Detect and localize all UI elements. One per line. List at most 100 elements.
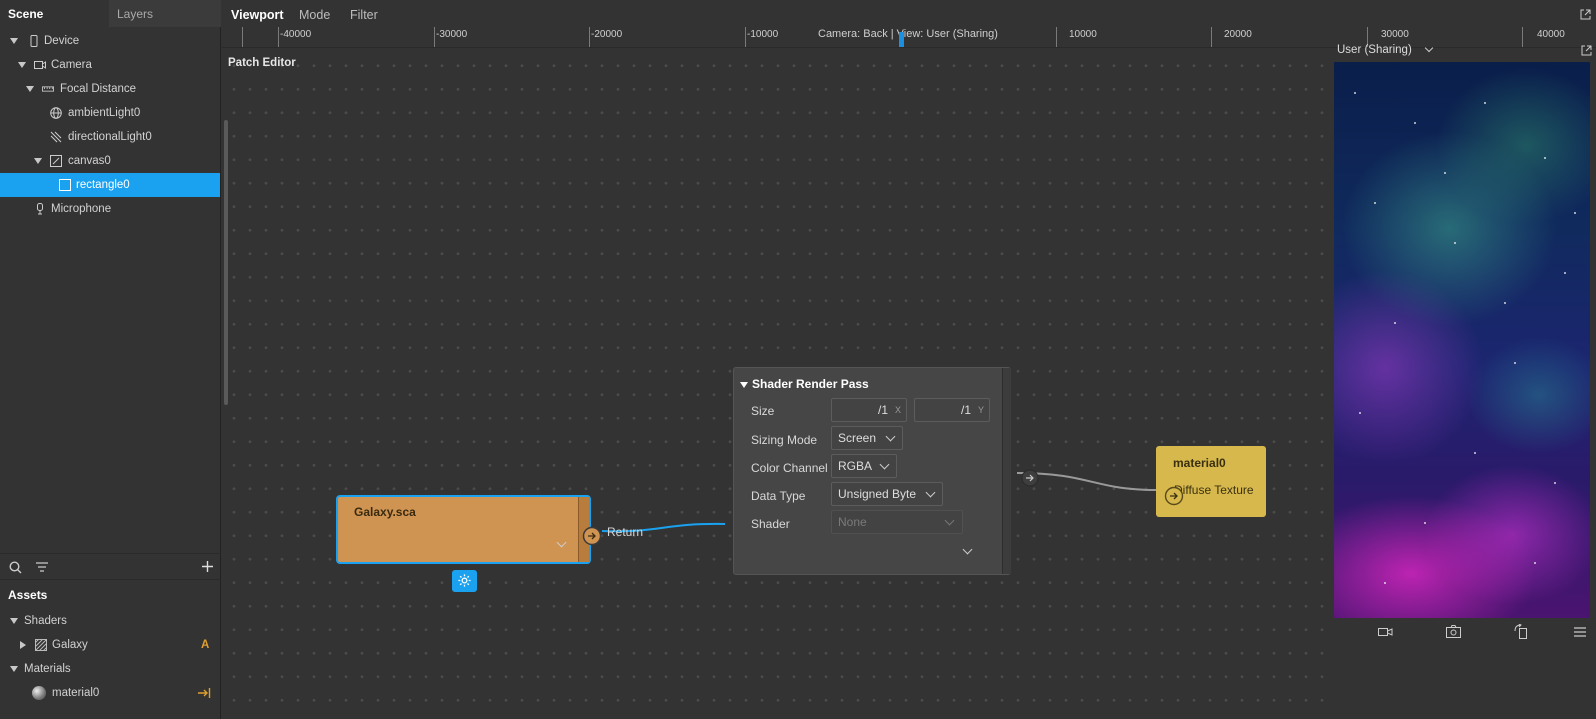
star bbox=[1574, 212, 1576, 214]
select-value: RGBA bbox=[838, 459, 873, 473]
popout-icon[interactable] bbox=[1580, 9, 1591, 20]
output-port-icon[interactable] bbox=[1021, 469, 1039, 487]
size-y-field[interactable]: /1 Y bbox=[914, 398, 990, 422]
chevron-down-icon[interactable] bbox=[556, 537, 567, 548]
ruler-tick bbox=[745, 27, 746, 47]
expand-arrow-icon[interactable] bbox=[26, 86, 34, 92]
ruler-tick bbox=[242, 27, 243, 47]
chevron-down-icon bbox=[885, 431, 896, 442]
galaxy-shader-node[interactable]: Galaxy.sca bbox=[336, 495, 591, 564]
rotate-device-icon[interactable] bbox=[1514, 624, 1528, 639]
add-icon[interactable] bbox=[202, 561, 213, 572]
expand-arrow-icon[interactable] bbox=[10, 38, 18, 44]
collapse-arrow-icon[interactable] bbox=[740, 382, 748, 388]
tree-item-focal-distance[interactable]: Focal Distance bbox=[0, 77, 220, 101]
ruler-tick bbox=[1211, 27, 1212, 47]
simulator-preview[interactable] bbox=[1334, 62, 1590, 618]
video-camera-icon[interactable] bbox=[1378, 626, 1393, 638]
size-x-value: /1 bbox=[877, 403, 888, 417]
star bbox=[1424, 522, 1426, 524]
tree-item-rectangle0[interactable]: rectangle0 bbox=[0, 173, 220, 197]
shader-select[interactable]: None bbox=[831, 510, 963, 534]
sizing-mode-select[interactable]: Screen bbox=[831, 426, 903, 450]
microphone-icon bbox=[37, 203, 43, 215]
node-settings-button[interactable] bbox=[452, 570, 477, 592]
star bbox=[1384, 582, 1386, 584]
ruler-label: 30000 bbox=[1381, 29, 1409, 40]
data-type-label: Data Type bbox=[751, 489, 806, 503]
globe-icon bbox=[50, 107, 62, 119]
tab-layers[interactable]: Layers bbox=[109, 0, 221, 27]
star bbox=[1474, 452, 1476, 454]
filter-icon[interactable] bbox=[36, 562, 48, 572]
ruler-icon bbox=[42, 86, 54, 92]
chevron-down-icon[interactable] bbox=[1424, 43, 1434, 53]
ruler-tick bbox=[278, 27, 279, 47]
shader-render-pass-node[interactable]: Shader Render Pass Size /1 X /1 Y Sizing M… bbox=[733, 367, 1011, 575]
tree-item-microphone[interactable]: Microphone bbox=[0, 197, 220, 221]
asset-group-shaders[interactable]: Shaders bbox=[0, 609, 220, 633]
tree-item-camera[interactable]: Camera bbox=[0, 53, 220, 77]
collapsed-arrow-icon[interactable] bbox=[20, 641, 26, 649]
filter-menu[interactable]: Filter bbox=[350, 8, 378, 22]
view-select-value[interactable]: User (Sharing) bbox=[1337, 44, 1412, 56]
preview-header: User (Sharing) bbox=[1333, 40, 1596, 62]
tree-item-ambientlight0[interactable]: ambientLight0 bbox=[0, 101, 220, 125]
star bbox=[1444, 172, 1446, 174]
star bbox=[1504, 302, 1506, 304]
tree-item-label: rectangle0 bbox=[76, 179, 130, 191]
shader-label: Shader bbox=[751, 517, 790, 531]
port-label-diffuse: Diffuse Texture bbox=[1174, 483, 1254, 497]
port-label-return: Return bbox=[607, 525, 644, 539]
playhead-marker[interactable] bbox=[899, 32, 904, 47]
popout-icon[interactable] bbox=[1581, 45, 1592, 56]
search-icon[interactable] bbox=[9, 561, 22, 574]
ruler-label: -10000 bbox=[747, 29, 779, 40]
expand-arrow-icon[interactable] bbox=[34, 158, 42, 164]
material0-node[interactable]: material0 Diffuse Texture bbox=[1156, 446, 1266, 517]
viewport-label[interactable]: Viewport bbox=[231, 8, 284, 22]
tree-item-label: Microphone bbox=[51, 203, 112, 215]
output-port-icon[interactable] bbox=[582, 526, 602, 546]
chevron-down-icon[interactable] bbox=[962, 544, 973, 555]
ruler-label: -40000 bbox=[280, 29, 312, 40]
chevron-down-icon bbox=[925, 487, 936, 498]
asset-item-galaxy[interactable]: Galaxy A bbox=[0, 633, 220, 657]
tree-item-canvas0[interactable]: canvas0 bbox=[0, 149, 220, 173]
node-title: Galaxy.sca bbox=[354, 505, 416, 519]
expand-arrow-icon[interactable] bbox=[18, 62, 26, 68]
data-type-select[interactable]: Unsigned Byte bbox=[831, 482, 943, 506]
tree-item-label: directionalLight0 bbox=[68, 131, 152, 143]
viewport-toolbar: Viewport Mode Filter bbox=[222, 0, 1596, 30]
mode-menu[interactable]: Mode bbox=[299, 8, 330, 22]
input-port-icon[interactable] bbox=[1164, 486, 1184, 506]
tree-item-label: ambientLight0 bbox=[68, 107, 141, 119]
expand-arrow-icon[interactable] bbox=[10, 618, 18, 624]
menu-icon[interactable] bbox=[1574, 627, 1586, 637]
ruler-label: -20000 bbox=[591, 29, 623, 40]
preview-controls bbox=[1334, 618, 1596, 646]
tree-item-label: Camera bbox=[51, 59, 92, 71]
tab-scene[interactable]: Scene bbox=[0, 0, 109, 27]
color-channel-label: Color Channel bbox=[751, 461, 828, 475]
link-to-patch-icon[interactable] bbox=[198, 688, 211, 698]
canvas-icon bbox=[50, 155, 62, 167]
tree-item-label: canvas0 bbox=[68, 155, 111, 167]
screenshot-icon[interactable] bbox=[1446, 625, 1461, 638]
star bbox=[1544, 157, 1546, 159]
shader-icon bbox=[35, 639, 47, 651]
select-value: Unsigned Byte bbox=[838, 487, 917, 501]
tree-item-device[interactable]: Device bbox=[0, 29, 220, 53]
star bbox=[1374, 202, 1376, 204]
star bbox=[1354, 92, 1356, 94]
tree-item-directionallight0[interactable]: directionalLight0 bbox=[0, 125, 220, 149]
camera-icon bbox=[34, 61, 46, 69]
color-channel-select[interactable]: RGBA bbox=[831, 454, 897, 478]
star bbox=[1564, 272, 1566, 274]
asset-group-materials[interactable]: Materials bbox=[0, 657, 220, 681]
ruler-label: -30000 bbox=[436, 29, 468, 40]
asset-item-material0[interactable]: material0 bbox=[0, 681, 220, 705]
expand-arrow-icon[interactable] bbox=[10, 666, 18, 672]
size-x-field[interactable]: /1 X bbox=[831, 398, 907, 422]
asset-group-label: Materials bbox=[24, 663, 71, 675]
